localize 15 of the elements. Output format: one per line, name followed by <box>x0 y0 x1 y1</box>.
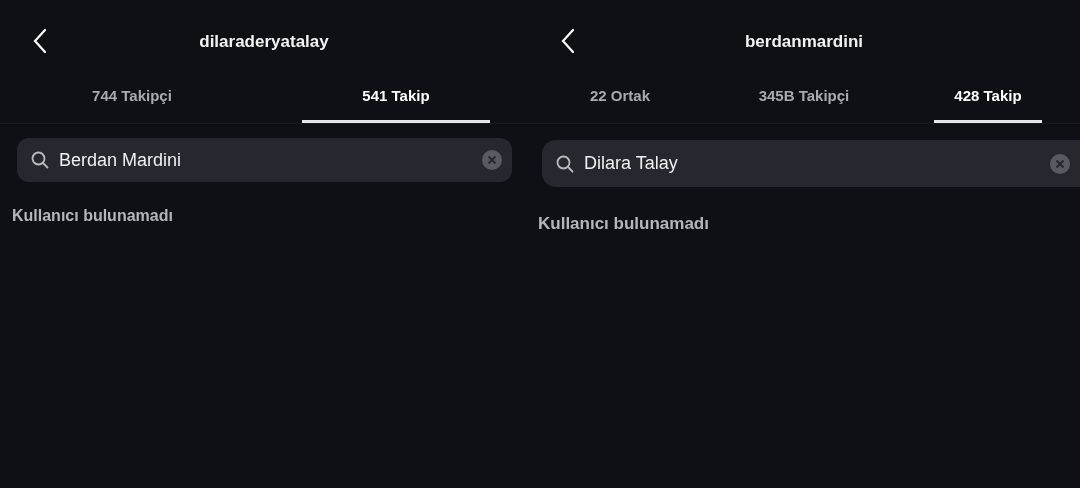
search-icon <box>556 154 574 173</box>
tab[interactable]: 345B Takipçi <box>750 84 858 123</box>
profile-username: dilaraderyatalay <box>199 31 329 54</box>
search-field[interactable]: Dilara Talay <box>584 150 1040 177</box>
tab[interactable]: 541 Takip <box>302 84 490 123</box>
search-field[interactable]: Berdan Mardini <box>59 146 472 174</box>
search-icon <box>31 151 49 169</box>
empty-result-text: Kullanıcı bulunamadı <box>12 206 174 226</box>
profile-username: berdanmardini <box>744 31 864 54</box>
tab[interactable]: 22 Ortak <box>566 84 674 123</box>
search-bar[interactable]: Dilara Talay <box>542 140 1080 187</box>
empty-result-text: Kullanıcı bulunamadı <box>538 213 710 235</box>
tab[interactable]: 744 Takipçi <box>38 84 226 123</box>
search-bar[interactable]: Berdan Mardini <box>17 138 512 182</box>
tab[interactable]: 428 Takip <box>934 84 1042 123</box>
